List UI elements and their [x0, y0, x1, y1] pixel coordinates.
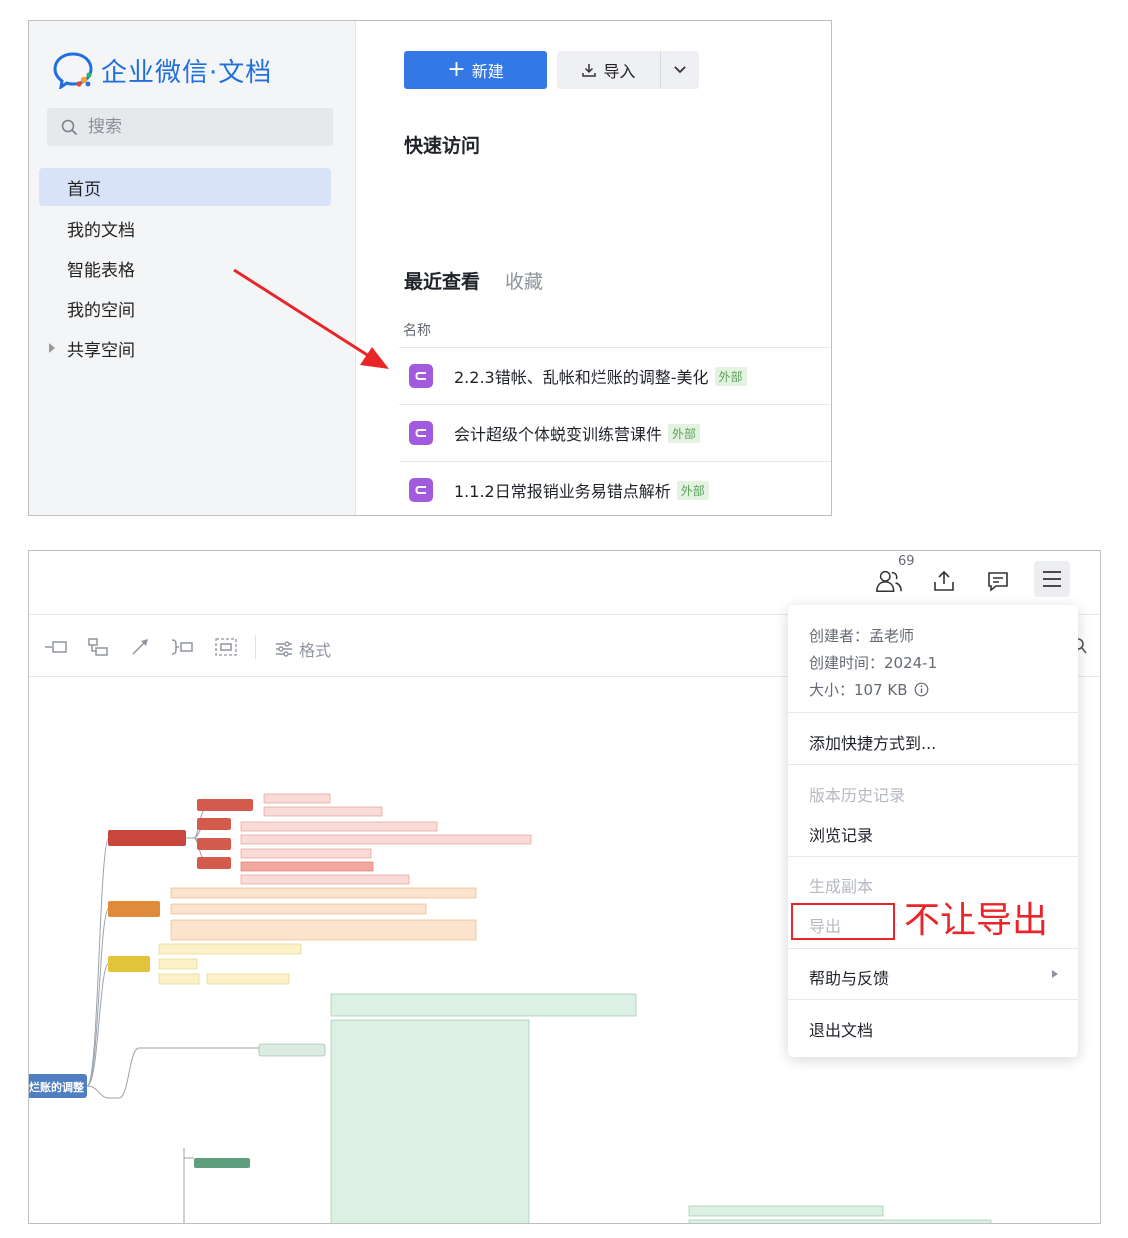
sidebar-item-label: 我的空间	[67, 300, 135, 321]
search-box[interactable]	[47, 108, 333, 146]
download-icon	[582, 64, 597, 77]
collaborators-icon[interactable]	[875, 567, 903, 595]
import-button-label: 导入	[603, 62, 636, 81]
search-input[interactable]	[88, 117, 288, 137]
menu-divider	[788, 856, 1078, 857]
new-button[interactable]: + 新建	[404, 51, 547, 89]
info-icon[interactable]	[914, 682, 929, 697]
toolbar-divider	[255, 635, 256, 659]
sidebar-item-label: 共享空间	[67, 340, 135, 361]
quick-access-heading: 快速访问	[404, 135, 481, 157]
column-header-name: 名称	[403, 323, 431, 339]
menu-item-version-history[interactable]: 版本历史记录	[809, 782, 905, 806]
new-button-label: 新建	[471, 62, 504, 81]
share-icon[interactable]	[930, 567, 958, 595]
comment-icon[interactable]	[984, 567, 1012, 595]
menu-divider	[788, 764, 1078, 765]
format-button[interactable]: 格式	[275, 637, 331, 661]
annotation-highlight-box	[791, 903, 895, 940]
more-menu-dropdown: 创建者：孟老师 创建时间：2024-1 大小：107 KB 添加快捷方式到...…	[788, 605, 1078, 1057]
search-icon	[61, 119, 78, 135]
file-name: 2.2.3错帐、乱帐和烂账的调整-美化	[454, 368, 709, 387]
sidebar-item-my-docs[interactable]: 我的文档	[39, 209, 331, 247]
docs-home-panel: 企业微信·文档 首页 我的文档 智能表格 我的空间 共享空间 + 新建	[28, 20, 832, 516]
main-content: + 新建 导入 快速访问 最近查看 收藏 名称 2.2.3错帐、乱帐和烂账的调整…	[357, 21, 831, 515]
chevron-down-icon	[674, 66, 686, 74]
wecom-logo-icon	[53, 52, 93, 89]
menu-item-make-copy[interactable]: 生成副本	[809, 873, 873, 897]
boundary-frame-icon[interactable]	[213, 635, 239, 659]
hamburger-icon	[1043, 571, 1061, 587]
import-button-group: 导入	[557, 51, 699, 89]
expand-triangle-icon[interactable]	[49, 343, 55, 353]
file-row[interactable]: 2.2.3错帐、乱帐和烂账的调整-美化 外部	[399, 347, 831, 404]
size-info: 大小：107 KB	[809, 679, 929, 700]
created-time-info: 创建时间：2024-1	[809, 654, 938, 672]
annotation-label: 不让导出	[904, 900, 1049, 941]
app-logo[interactable]: 企业微信·文档	[53, 51, 272, 89]
creator-info: 创建者：孟老师	[809, 627, 915, 645]
chevron-right-icon	[1052, 970, 1058, 978]
import-button[interactable]: 导入	[557, 51, 661, 89]
file-row[interactable]: 会计超级个体蜕变训练营课件 外部	[399, 404, 831, 461]
mindmap-editor-panel: 69 格式 烂账的调整 创建者：孟老师 创建时间：2024-1 大小：107 K…	[28, 550, 1101, 1224]
sidebar-item-my-space[interactable]: 我的空间	[39, 289, 331, 327]
external-tag: 外部	[668, 423, 701, 443]
mindmap-root-node[interactable]: 烂账的调整	[29, 1079, 84, 1095]
tab-recent[interactable]: 最近查看	[404, 267, 480, 294]
sidebar: 企业微信·文档 首页 我的文档 智能表格 我的空间 共享空间	[29, 21, 356, 515]
menu-item-browse-history[interactable]: 浏览记录	[809, 822, 873, 846]
app-title: 企业微信·文档	[101, 57, 273, 88]
mindmap-file-icon	[409, 478, 433, 502]
file-row[interactable]: 1.1.2日常报销业务易错点解析 外部	[399, 461, 831, 515]
sidebar-item-label: 首页	[67, 179, 101, 200]
format-label: 格式	[299, 641, 332, 660]
sidebar-item-label: 我的文档	[67, 220, 135, 241]
menu-item-exit[interactable]: 退出文档	[809, 1017, 873, 1041]
mindmap-file-icon	[409, 421, 433, 445]
sliders-icon	[276, 641, 292, 657]
plus-icon: +	[447, 57, 466, 82]
import-dropdown-toggle[interactable]	[661, 51, 699, 89]
more-menu-button[interactable]	[1034, 561, 1070, 597]
menu-divider	[788, 948, 1078, 949]
size-text: 大小：107 KB	[809, 681, 908, 699]
menu-item-help-feedback[interactable]: 帮助与反馈	[809, 965, 889, 989]
sidebar-item-smart-sheet[interactable]: 智能表格	[39, 249, 331, 287]
external-tag: 外部	[676, 480, 709, 500]
menu-divider	[788, 712, 1078, 713]
file-name: 1.1.2日常报销业务易错点解析	[454, 482, 671, 501]
sidebar-item-home[interactable]: 首页	[39, 168, 331, 206]
connector-arrow-icon[interactable]	[127, 635, 153, 659]
sidebar-item-shared-space[interactable]: 共享空间	[39, 329, 331, 367]
mindmap-file-icon	[409, 364, 433, 388]
add-sibling-node-icon[interactable]	[43, 635, 69, 659]
summary-bracket-icon[interactable]	[169, 635, 195, 659]
sidebar-item-label: 智能表格	[67, 260, 135, 281]
menu-divider	[788, 999, 1078, 1000]
add-child-node-icon[interactable]	[85, 635, 111, 659]
tab-favorites[interactable]: 收藏	[505, 267, 543, 294]
external-tag: 外部	[714, 366, 747, 386]
file-name: 会计超级个体蜕变训练营课件	[454, 425, 663, 444]
menu-item-add-shortcut[interactable]: 添加快捷方式到...	[809, 730, 936, 754]
